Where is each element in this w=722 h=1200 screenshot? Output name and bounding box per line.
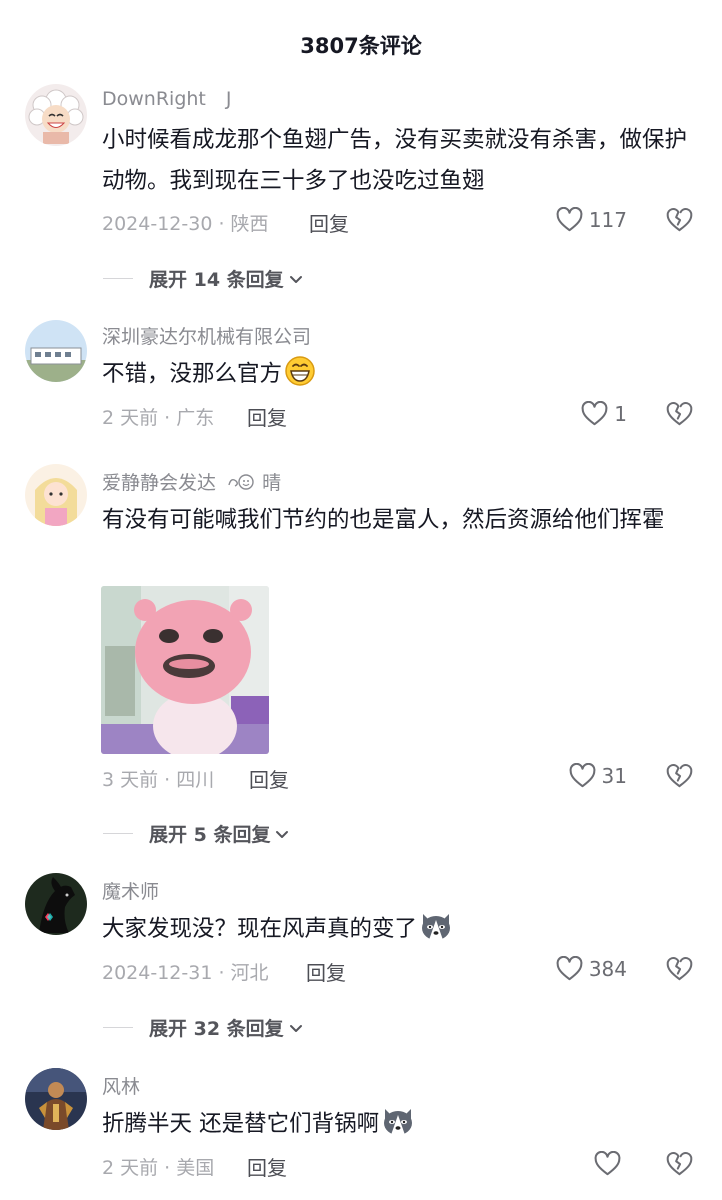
reply-button[interactable]: 回复 (247, 402, 287, 431)
heart-outline-icon (556, 956, 583, 981)
expand-replies-label: 展开 14 条回复 (149, 269, 284, 291)
broken-heart-icon (666, 1151, 693, 1176)
like-button[interactable]: 31 (569, 763, 627, 788)
husky-emoji-icon (384, 1109, 413, 1135)
chevron-down-icon (289, 275, 302, 283)
comment-text: 有没有可能喊我们节约的也是富人，然后资源给他们挥霍 (102, 507, 665, 533)
like-button[interactable]: 384 (556, 956, 627, 981)
date-location: 2 天前 · 美国 (102, 1157, 215, 1179)
avatar[interactable] (25, 320, 87, 382)
username[interactable]: 爱静静会发达 晴 (102, 468, 281, 495)
date-location: 2 天前 · 广东 (102, 407, 215, 429)
date-location: 3 天前 · 四川 (102, 769, 215, 791)
username-text: DownRight (102, 88, 206, 110)
comment-text-content: 大家发现没？现在风声真的变了 (102, 916, 418, 942)
avatar[interactable] (25, 873, 87, 935)
username-text: 风林 (102, 1076, 141, 1098)
heart-outline-icon (594, 1151, 621, 1176)
broken-heart-icon (666, 207, 693, 232)
username-text: 魔术师 (102, 881, 160, 903)
username[interactable]: 风林 (102, 1072, 140, 1099)
heart-outline-icon (556, 207, 583, 232)
reply-button[interactable]: 回复 (249, 764, 289, 793)
expand-replies-label: 展开 5 条回复 (149, 824, 271, 846)
avatar[interactable] (25, 464, 87, 526)
heart-outline-icon (581, 401, 608, 426)
reply-button[interactable]: 回复 (309, 208, 349, 237)
comment-text-content: 折腾半天 还是替它们背锅啊 (102, 1111, 380, 1137)
divider-line (103, 833, 133, 834)
chevron-down-icon (289, 1024, 302, 1032)
swirl-icon (228, 474, 254, 490)
dislike-button[interactable] (666, 763, 693, 792)
grin-emoji-icon (285, 356, 315, 386)
username[interactable]: DownRight J (102, 88, 231, 110)
dislike-button[interactable] (666, 401, 693, 430)
expand-replies-button[interactable]: 展开 14 条回复 (103, 265, 305, 292)
reply-button[interactable]: 回复 (247, 1152, 287, 1181)
comment-count-title: 3807条评论 (300, 34, 422, 58)
username-suffix: J (225, 88, 232, 110)
like-count: 117 (588, 207, 627, 232)
heart-outline-icon (569, 763, 595, 788)
username[interactable]: 深圳豪达尔机械有限公司 (102, 322, 311, 349)
dislike-button[interactable] (666, 1151, 693, 1180)
comment-text: 折腾半天 还是替它们背锅啊 (102, 1104, 702, 1145)
expand-replies-button[interactable]: 展开 5 条回复 (103, 820, 291, 847)
like-count: 31 (601, 763, 627, 788)
divider-line (103, 278, 133, 279)
username-suffix: 晴 (262, 472, 282, 494)
username[interactable]: 魔术师 (102, 877, 159, 904)
comments-header: 3807条评论 (0, 0, 722, 84)
expand-replies-label: 展开 32 条回复 (149, 1018, 284, 1040)
comment-text-content: 不错，没那么官方 (102, 361, 283, 387)
divider-line (103, 1027, 133, 1028)
like-button[interactable]: 1 (581, 401, 627, 426)
avatar[interactable] (25, 1068, 87, 1130)
reply-button[interactable]: 回复 (306, 957, 346, 986)
username-text: 爱静静会发达 (102, 472, 217, 494)
broken-heart-icon (666, 763, 693, 788)
date-location: 2024-12-31 · 河北 (102, 962, 269, 984)
comment-text: 小时候看成龙那个鱼翅广告，没有买卖就没有杀害，做保护动物。我到现在三十多了也没吃… (102, 127, 688, 194)
like-button[interactable] (594, 1151, 627, 1176)
like-count: 384 (588, 956, 627, 981)
expand-replies-button[interactable]: 展开 32 条回复 (103, 1014, 305, 1041)
dislike-button[interactable] (666, 207, 693, 236)
like-button[interactable]: 117 (556, 207, 627, 232)
avatar[interactable] (25, 84, 87, 146)
username-text: 深圳豪达尔机械有限公司 (102, 326, 312, 348)
date-location: 2024-12-30 · 陕西 (102, 213, 269, 235)
comment-text: 不错，没那么官方 (102, 354, 702, 395)
sticker-image[interactable] (101, 586, 269, 754)
comment-text: 大家发现没？现在风声真的变了 (102, 909, 702, 950)
broken-heart-icon (666, 401, 693, 426)
broken-heart-icon (666, 956, 693, 981)
chevron-down-icon (276, 830, 289, 838)
dislike-button[interactable] (666, 956, 693, 985)
husky-emoji-icon (422, 914, 451, 940)
like-count: 1 (614, 401, 627, 426)
